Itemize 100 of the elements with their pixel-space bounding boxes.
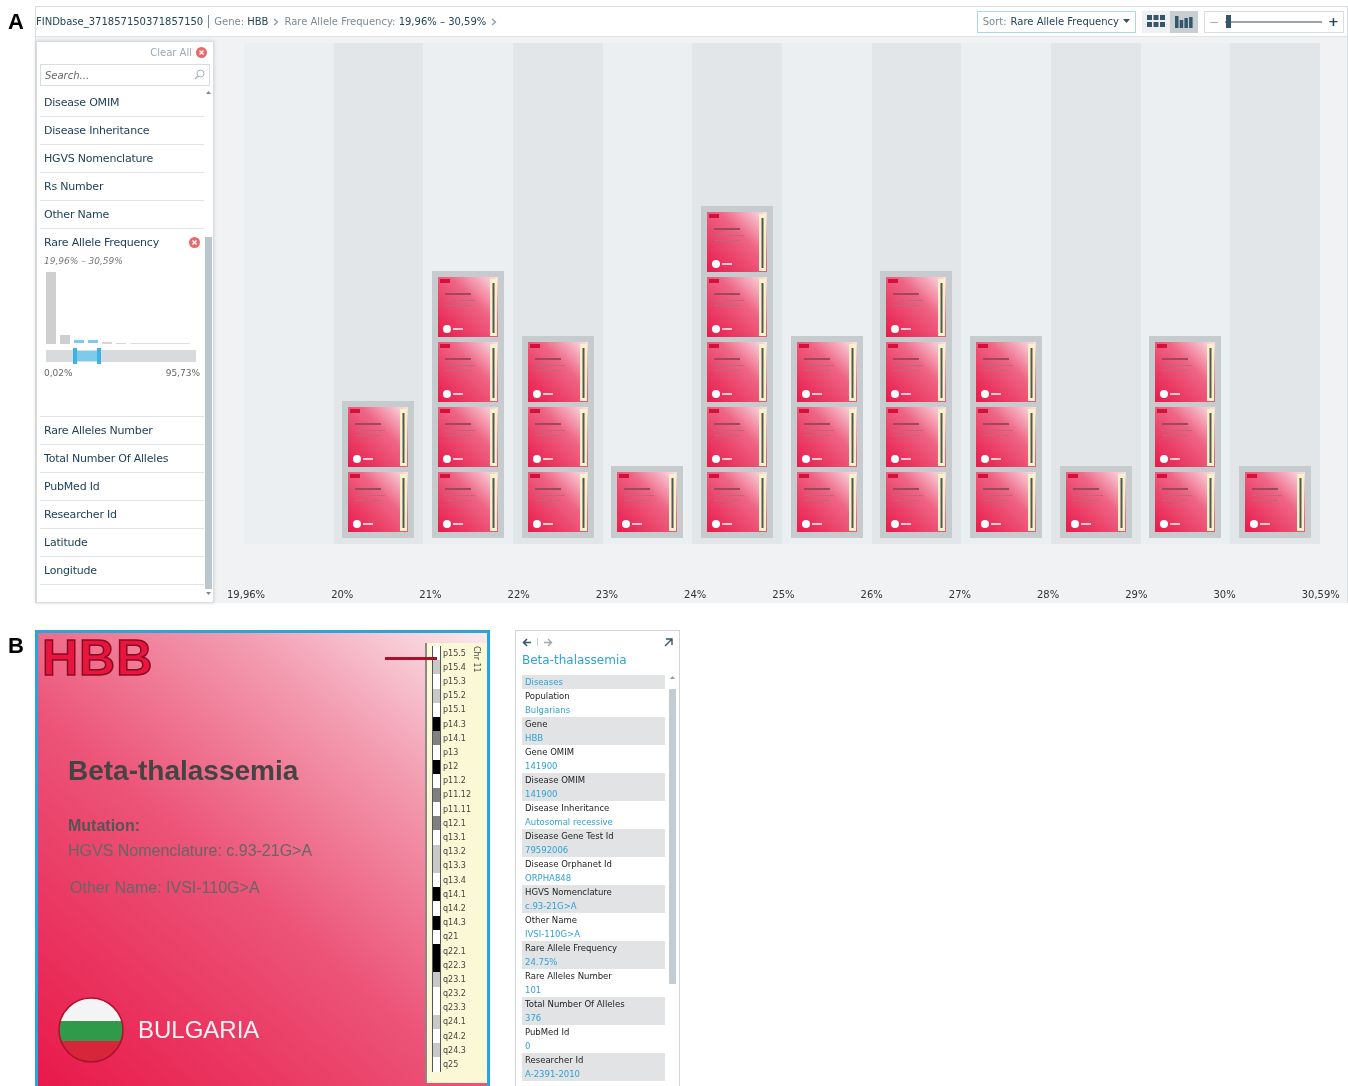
band-label: q22.3 [443, 960, 466, 970]
card-thumbnail-drawing[interactable] [796, 407, 857, 467]
card-thumbnail-drawing[interactable] [1155, 342, 1216, 402]
card-thumbnail-drawing[interactable] [527, 342, 588, 402]
card-thumbnail-drawing[interactable] [617, 472, 678, 532]
facet-item[interactable]: Disease OMIM [44, 96, 120, 109]
range-min: 0,02% [44, 368, 73, 378]
facet-item[interactable]: PubMed Id [44, 480, 100, 493]
card-thumbnail-drawing[interactable] [976, 342, 1037, 402]
band-label: q24.2 [443, 1031, 466, 1041]
band-label: q13.1 [443, 833, 466, 843]
facet-item[interactable]: Researcher Id [44, 508, 117, 521]
clear-icon[interactable] [196, 46, 207, 58]
card-thumbnail-drawing[interactable] [707, 277, 768, 337]
breadcrumb[interactable]: Rare Allele Frequency: 19,96% – 30,59% [284, 16, 487, 27]
card-thumbnail-drawing[interactable] [438, 342, 499, 402]
card-thumbnail-drawing[interactable] [976, 407, 1037, 467]
facet-item[interactable]: Longitude [44, 564, 97, 577]
range-max: 95,73% [165, 368, 200, 378]
disease-title: Beta-thalassemia [68, 755, 299, 787]
card-thumbnail-drawing[interactable] [1155, 407, 1216, 467]
band-label: p11.11 [443, 804, 471, 814]
property-label: HGVS Nomenclature [524, 886, 613, 899]
bar-view-button[interactable] [1170, 10, 1198, 33]
card-thumbnail-drawing[interactable] [438, 407, 499, 467]
band-label: q12.1 [443, 818, 466, 828]
facet-item[interactable]: Rare Allele Frequency [44, 236, 160, 249]
card-thumbnail-drawing[interactable] [886, 472, 947, 532]
band-label: p15.3 [443, 676, 466, 686]
card-thumbnail-drawing[interactable] [886, 277, 947, 337]
caret-icon [1123, 19, 1130, 24]
band-label: p15.1 [443, 705, 466, 715]
property-label: Disease Gene Test Id [524, 830, 615, 843]
card-thumbnail-drawing[interactable] [1065, 472, 1126, 532]
card-thumbnail-drawing[interactable] [886, 342, 947, 402]
property-label: Rare Alleles Number [524, 970, 613, 983]
collection-name[interactable]: FINDbase_371857150371857150 [36, 16, 204, 27]
card-thumbnail-drawing[interactable] [796, 342, 857, 402]
band-label: q13.4 [443, 875, 466, 885]
property-label: Disease Orphanet Id [524, 858, 613, 871]
card-thumbnail-drawing[interactable] [886, 407, 947, 467]
band-label: q22.1 [443, 946, 466, 956]
axis-label: 22% [507, 589, 530, 600]
band-label: p13 [443, 747, 459, 757]
axis-label: 27% [948, 589, 971, 600]
property-label: Disease Inheritance [524, 802, 611, 815]
clear-filter-icon[interactable] [189, 237, 200, 248]
band-label: p11.2 [443, 776, 466, 786]
card-thumbnail-drawing[interactable] [348, 407, 409, 467]
card-thumbnail-drawing[interactable] [707, 212, 768, 272]
band-label: q24.1 [443, 1017, 466, 1027]
facet-item[interactable]: Other Name [44, 208, 110, 221]
band-label: q25 [443, 1060, 459, 1070]
facet-item[interactable]: Latitude [44, 536, 88, 549]
card-thumbnail-drawing[interactable] [527, 407, 588, 467]
band-label: q13.2 [443, 847, 466, 857]
band-label: q14.1 [443, 889, 466, 899]
card-thumbnail-drawing[interactable] [1155, 472, 1216, 532]
other-name-text: Other Name: IVSI-110G>A [70, 879, 260, 897]
sort-dropdown[interactable]: Sort: Rare Allele Frequency [976, 10, 1136, 33]
card-thumbnail-drawing[interactable] [438, 277, 499, 337]
slider-thumb[interactable] [1225, 15, 1231, 28]
band-label: q23.3 [443, 1003, 466, 1013]
panel-label: B [7, 632, 25, 660]
zoom-in-button[interactable]: + [1328, 14, 1339, 29]
chromosome-name: Chr 11 [472, 646, 481, 673]
histogram-bar [88, 340, 98, 343]
property-label: Other Name [524, 914, 578, 927]
axis-label: 24% [684, 589, 707, 600]
facet-item[interactable]: Disease Inheritance [44, 124, 150, 137]
histogram-bar [74, 340, 84, 343]
scrollbar[interactable] [204, 89, 213, 597]
facet-item[interactable]: Total Number Of Alleles [44, 452, 169, 465]
range-handle[interactable] [73, 348, 77, 364]
band-label: q23.2 [443, 989, 466, 999]
pin-icon[interactable] [664, 637, 673, 647]
card-thumbnail-drawing[interactable] [348, 472, 409, 532]
card-thumbnail-drawing[interactable] [707, 472, 768, 532]
axis-label: 20% [331, 589, 354, 600]
card-thumbnail-drawing[interactable] [976, 472, 1037, 532]
gene-name: HBB [42, 629, 154, 687]
back-icon[interactable] [522, 637, 532, 647]
card-thumbnail-drawing[interactable] [1245, 472, 1306, 532]
card-thumbnail-drawing[interactable] [796, 472, 857, 532]
band-label: p12 [443, 762, 459, 772]
card-thumbnail-drawing[interactable] [438, 472, 499, 532]
card-thumbnail-drawing[interactable] [527, 472, 588, 532]
range-handle[interactable] [97, 348, 101, 364]
facet-item[interactable]: Rs Number [44, 180, 104, 193]
breadcrumb[interactable]: Gene: HBB [214, 16, 269, 27]
histogram-bar [60, 335, 70, 344]
axis-label: 21% [419, 589, 442, 600]
facet-item[interactable]: Rare Alleles Number [44, 424, 153, 437]
card-thumbnail-drawing[interactable] [707, 407, 768, 467]
search-field[interactable]: Search... [40, 64, 210, 86]
country-name: BULGARIA [138, 1016, 260, 1044]
card-thumbnail-drawing[interactable] [707, 342, 768, 402]
hgvs-text: HGVS Nomenclature: c.93-21G>A [68, 842, 313, 860]
facet-item[interactable]: HGVS Nomenclature [44, 152, 153, 165]
band-label: p15.4 [443, 662, 466, 672]
